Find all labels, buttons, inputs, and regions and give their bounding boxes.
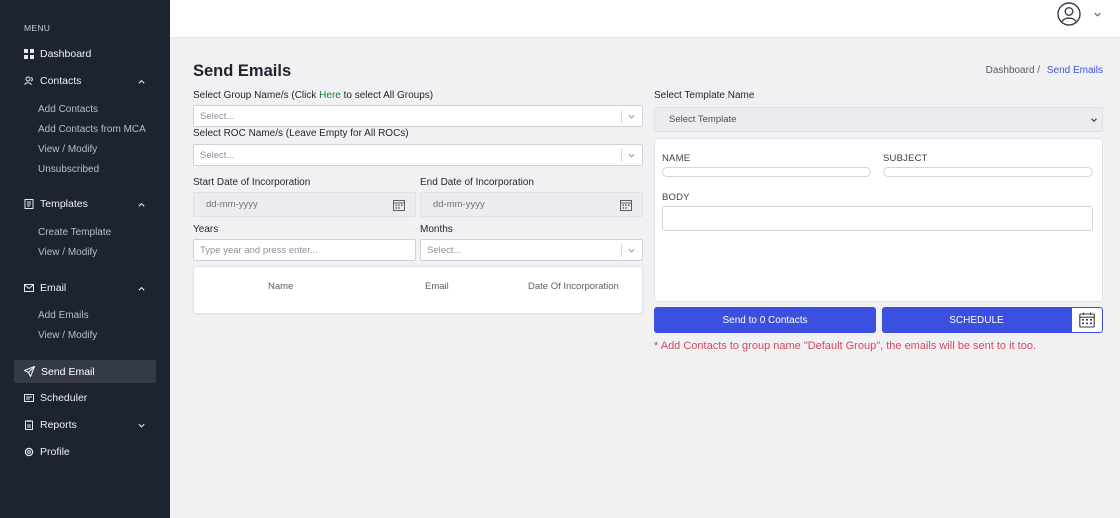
sidebar-item-email[interactable]: Email xyxy=(24,279,66,297)
chevron-up-icon[interactable] xyxy=(136,199,146,209)
schedule-button[interactable]: SCHEDULE xyxy=(882,307,1071,333)
sidebar-subitem-unsubscribed[interactable]: Unsubscribed xyxy=(38,163,99,177)
chevron-down-icon xyxy=(1090,116,1098,124)
scheduler-icon xyxy=(24,393,34,403)
select-divider xyxy=(621,110,622,123)
years-input[interactable]: Type year and press enter... xyxy=(193,239,416,261)
group-label-text: Select Group Name/s (Click xyxy=(193,90,320,101)
contacts-table: Name Email Date Of Incorporation xyxy=(193,266,643,314)
table-header-email: Email xyxy=(425,281,449,292)
roc-select-placeholder: Select... xyxy=(200,149,235,161)
sidebar-item-label: Email xyxy=(40,282,67,294)
sidebar-subitem-create-template[interactable]: Create Template xyxy=(38,226,111,240)
mail-icon xyxy=(24,283,34,293)
sidebar-subitem-add-contacts[interactable]: Add Contacts xyxy=(38,103,98,117)
table-header-name: Name xyxy=(268,281,294,292)
breadcrumb-current: Send Emails xyxy=(1046,65,1103,76)
months-label: Months xyxy=(420,224,453,235)
top-bar xyxy=(170,0,1120,38)
template-subject-label: SUBJECT xyxy=(883,153,928,164)
sidebar-item-label: Send Email xyxy=(41,365,95,378)
months-select[interactable]: Select... xyxy=(420,239,643,261)
schedule-calendar-button[interactable] xyxy=(1071,307,1103,333)
start-date-label: Start Date of Incorporation xyxy=(193,177,311,188)
group-select[interactable]: Select... xyxy=(193,105,643,127)
select-divider xyxy=(621,149,622,162)
start-date-placeholder: dd-mm-yyyy xyxy=(206,199,258,210)
chevron-down-icon[interactable] xyxy=(1093,10,1102,19)
sidebar-item-scheduler[interactable]: Scheduler xyxy=(24,389,87,407)
months-select-placeholder: Select... xyxy=(427,244,462,256)
template-select-label: Select Template Name xyxy=(654,90,755,101)
sidebar-item-label: Reports xyxy=(40,419,77,431)
sidebar-item-contacts[interactable]: Contacts xyxy=(24,72,146,90)
sidebar-item-label: Profile xyxy=(40,446,70,458)
page-title: Send Emails xyxy=(193,62,292,80)
breadcrumb: Dashboard / Send Emails xyxy=(986,65,1103,76)
calendar-icon xyxy=(1079,312,1095,328)
menu-label: MENU xyxy=(24,23,51,33)
reports-icon xyxy=(24,420,34,430)
send-contacts-button[interactable]: Send to 0 Contacts xyxy=(654,307,876,333)
sidebar-subitem-contacts-view-modify[interactable]: View / Modify xyxy=(38,143,97,157)
table-header-date-of-incorporation: Date Of Incorporation xyxy=(528,281,619,292)
dashboard-icon xyxy=(24,49,34,59)
end-date-placeholder: dd-mm-yyyy xyxy=(433,199,485,210)
sidebar-item-label: Templates xyxy=(40,198,88,210)
years-placeholder: Type year and press enter... xyxy=(200,244,318,256)
sidebar: MENU Dashboard Contacts Add Contacts Add… xyxy=(0,0,170,518)
template-body-label: BODY xyxy=(662,192,690,203)
template-body-field xyxy=(662,206,1093,231)
roc-select[interactable]: Select... xyxy=(193,144,643,166)
sidebar-item-profile[interactable]: Profile xyxy=(24,443,70,461)
sidebar-item-templates[interactable]: Templates xyxy=(24,195,88,213)
template-icon xyxy=(24,199,34,209)
chevron-up-icon[interactable] xyxy=(136,283,146,293)
start-date-input[interactable]: dd-mm-yyyy xyxy=(193,192,416,217)
chevron-down-icon xyxy=(627,112,636,121)
user-avatar-icon[interactable] xyxy=(1057,2,1081,26)
roc-select-label: Select ROC Name/s (Leave Empty for All R… xyxy=(193,128,409,139)
group-label-text-end: to select All Groups) xyxy=(340,90,434,101)
template-name-field xyxy=(662,167,871,177)
sidebar-subitem-templates-view-modify[interactable]: View / Modify xyxy=(38,246,97,260)
end-date-input[interactable]: dd-mm-yyyy xyxy=(420,192,643,217)
gear-icon xyxy=(24,447,34,457)
template-preview-card: NAME SUBJECT BODY xyxy=(654,138,1103,302)
sidebar-item-label: Scheduler xyxy=(40,392,88,404)
users-icon xyxy=(24,76,34,86)
calendar-icon[interactable] xyxy=(620,199,632,211)
chevron-down-icon xyxy=(627,151,636,160)
breadcrumb-separator: / xyxy=(1037,65,1041,76)
template-select[interactable]: Select Template xyxy=(654,107,1103,132)
select-divider xyxy=(621,244,622,257)
end-date-label: End Date of Incorporation xyxy=(420,177,534,188)
group-select-placeholder: Select... xyxy=(200,110,235,122)
sidebar-subitem-email-view-modify[interactable]: View / Modify xyxy=(38,329,97,343)
group-select-label: Select Group Name/s (Click Here to selec… xyxy=(193,90,433,101)
breadcrumb-dashboard[interactable]: Dashboard xyxy=(986,65,1035,76)
default-group-note: * Add Contacts to group name "Default Gr… xyxy=(654,340,1037,352)
sidebar-subitem-add-contacts-mca[interactable]: Add Contacts from MCA xyxy=(38,123,146,137)
sidebar-item-dashboard[interactable]: Dashboard xyxy=(24,45,91,63)
sidebar-item-send-email[interactable]: Send Email xyxy=(14,360,156,383)
select-all-groups-link[interactable]: Here xyxy=(319,90,341,101)
chevron-up-icon[interactable] xyxy=(136,76,146,86)
template-select-value: Select Template xyxy=(669,114,737,125)
years-label: Years xyxy=(193,224,219,235)
calendar-icon[interactable] xyxy=(393,199,405,211)
sidebar-item-label: Contacts xyxy=(40,75,82,87)
sidebar-subitem-add-emails[interactable]: Add Emails xyxy=(38,309,89,323)
sidebar-item-label: Dashboard xyxy=(40,48,92,60)
chevron-down-icon xyxy=(627,246,636,255)
template-name-label: NAME xyxy=(662,153,691,164)
template-subject-field xyxy=(883,167,1093,177)
chevron-down-icon[interactable] xyxy=(136,420,146,430)
sidebar-item-reports[interactable]: Reports xyxy=(24,416,146,434)
send-icon xyxy=(24,366,35,377)
